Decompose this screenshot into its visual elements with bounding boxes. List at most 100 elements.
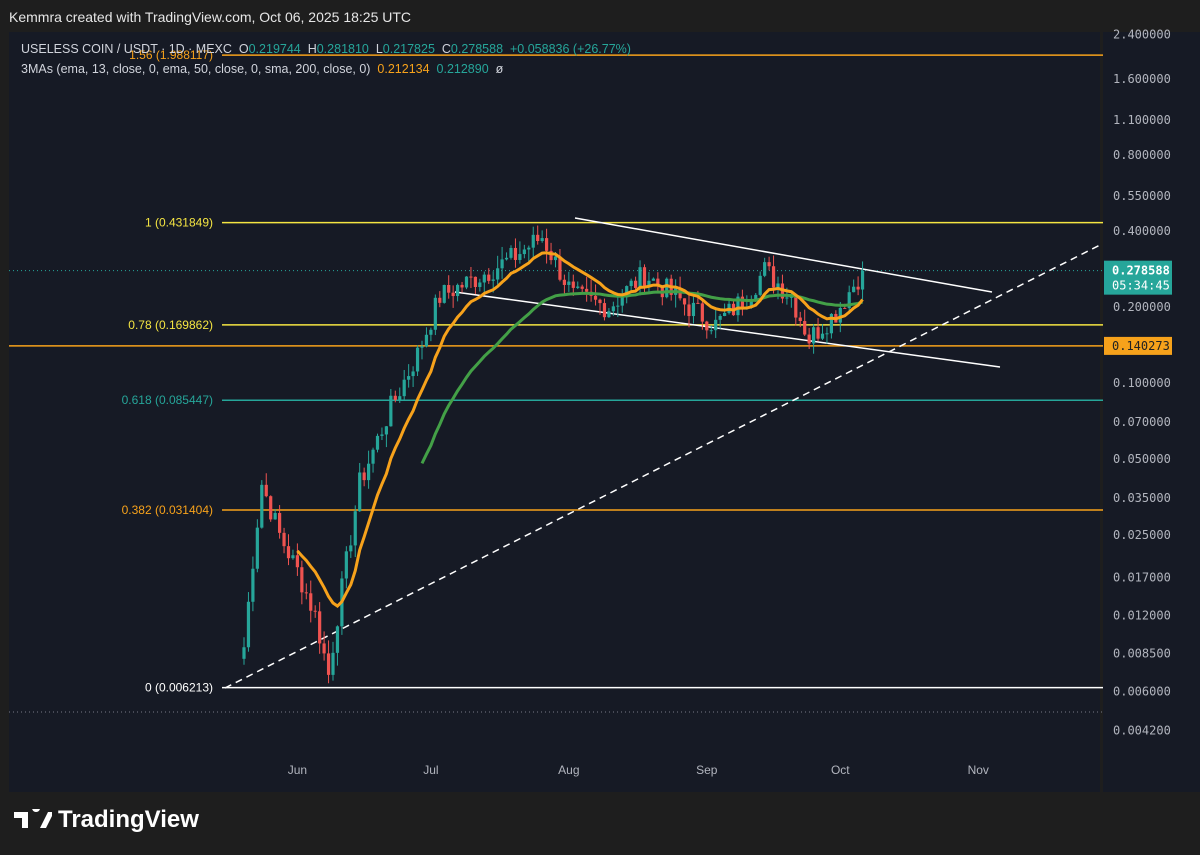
candle-body [442, 284, 446, 303]
y-tick-label: 0.025000 [1113, 528, 1171, 542]
candle-body [642, 267, 647, 286]
candle-body [798, 317, 802, 322]
candle-body [300, 567, 304, 593]
candle-body [344, 551, 348, 579]
candle-body [509, 247, 513, 258]
ema13-value: 0.212134 [377, 62, 430, 76]
candle-body [349, 545, 353, 552]
candle-body [562, 279, 566, 285]
candle-body [371, 449, 375, 464]
candle-body [246, 601, 251, 648]
candle-body [700, 303, 704, 322]
candle-body [375, 435, 380, 450]
low-value: 0.217825 [382, 42, 435, 56]
candle-body [856, 286, 860, 290]
candle-body [500, 259, 504, 269]
candle-body [794, 296, 798, 318]
candle-body [407, 376, 411, 380]
candle-body [607, 311, 611, 318]
price-chart[interactable]: 2.400000 1.600000 1.100000 0.800000 0.550000… [0, 0, 1200, 855]
candle-body [282, 532, 286, 547]
x-tick-label: Jun [288, 763, 307, 777]
candle-body [763, 262, 767, 276]
y-tick-label: 0.012000 [1113, 608, 1171, 622]
candle-body [567, 281, 571, 285]
y-tick-label: 0.008500 [1113, 646, 1171, 660]
channel-top-line [574, 217, 993, 293]
candle-body [469, 276, 473, 278]
close-label: C [441, 42, 451, 56]
x-tick-label: Aug [558, 763, 579, 777]
candle-body [705, 321, 709, 331]
candle-body [602, 303, 607, 318]
y-tick-label: 0.017000 [1113, 570, 1171, 584]
candle-body [487, 274, 491, 281]
y-tick-label: 0.800000 [1113, 148, 1171, 162]
price-axis [1103, 32, 1200, 792]
channel-bottom-line [454, 291, 1001, 368]
candle-body [291, 555, 295, 559]
low-label: L [375, 42, 383, 56]
candle-body [322, 643, 326, 654]
candle-body [331, 652, 335, 675]
candle-body [696, 302, 700, 304]
ema50-value: 0.212890 [436, 62, 489, 76]
candle-body [411, 371, 415, 377]
candle-body [326, 653, 331, 675]
y-tick-label: 0.550000 [1113, 189, 1171, 203]
candle-body [807, 334, 811, 344]
candle-body [295, 555, 299, 568]
candle-body [429, 329, 433, 335]
candle-body [522, 249, 526, 255]
candle-body [723, 312, 727, 317]
close-value: 0.278588 [450, 42, 504, 56]
candle-body [304, 592, 308, 594]
candle-body [384, 426, 388, 435]
candle-body [367, 463, 371, 481]
x-tick-label: Nov [968, 763, 989, 777]
y-tick-label: 0.100000 [1113, 376, 1171, 390]
rising-trendline [224, 244, 1101, 689]
candle-body [634, 280, 638, 288]
candle-body [242, 647, 246, 659]
candle-body [513, 247, 518, 260]
ma-legend: 3MAs (ema, 13, close, 0, ema, 50, close,… [21, 62, 503, 76]
y-tick-label: 0.200000 [1113, 300, 1171, 314]
candle-body [598, 299, 602, 304]
candle-body [251, 568, 255, 602]
open-value: 0.219744 [248, 42, 301, 56]
candle-body [825, 333, 829, 335]
y-tick-label: 0.400000 [1113, 224, 1171, 238]
candle-body [803, 321, 807, 335]
candle-body [353, 511, 357, 546]
candle-body [540, 238, 544, 242]
y-tick-label: 1.100000 [1113, 113, 1171, 127]
candle-body [536, 234, 540, 242]
candle-body [629, 280, 633, 287]
candle-body [638, 267, 642, 288]
high-label: H [307, 42, 317, 56]
candle-body [504, 257, 509, 260]
candle-body [682, 298, 687, 305]
candle-body [433, 297, 437, 330]
candle-body [496, 268, 500, 280]
candle-body [767, 262, 771, 267]
candle-body [447, 284, 451, 293]
candle-body [451, 292, 455, 297]
y-tick-label: 1.600000 [1113, 72, 1171, 86]
candle-body [473, 276, 477, 288]
fib-level-label: 1 (0.431849) [145, 216, 213, 230]
candle-body [335, 626, 340, 653]
x-tick-label: Jul [423, 763, 438, 777]
candle-body [278, 512, 282, 533]
high-value: 0.281810 [316, 42, 369, 56]
candle-body [553, 256, 558, 261]
ma-label: 3MAs (ema, 13, close, 0, ema, 50, close,… [21, 62, 371, 76]
candle-body [718, 316, 722, 320]
candle-body [651, 278, 655, 281]
x-tick-label: Oct [831, 763, 850, 777]
candle-body [620, 297, 624, 306]
candle-body [843, 307, 847, 309]
last-price-label: 0.278588 [1112, 264, 1170, 278]
candle-body [820, 333, 825, 339]
